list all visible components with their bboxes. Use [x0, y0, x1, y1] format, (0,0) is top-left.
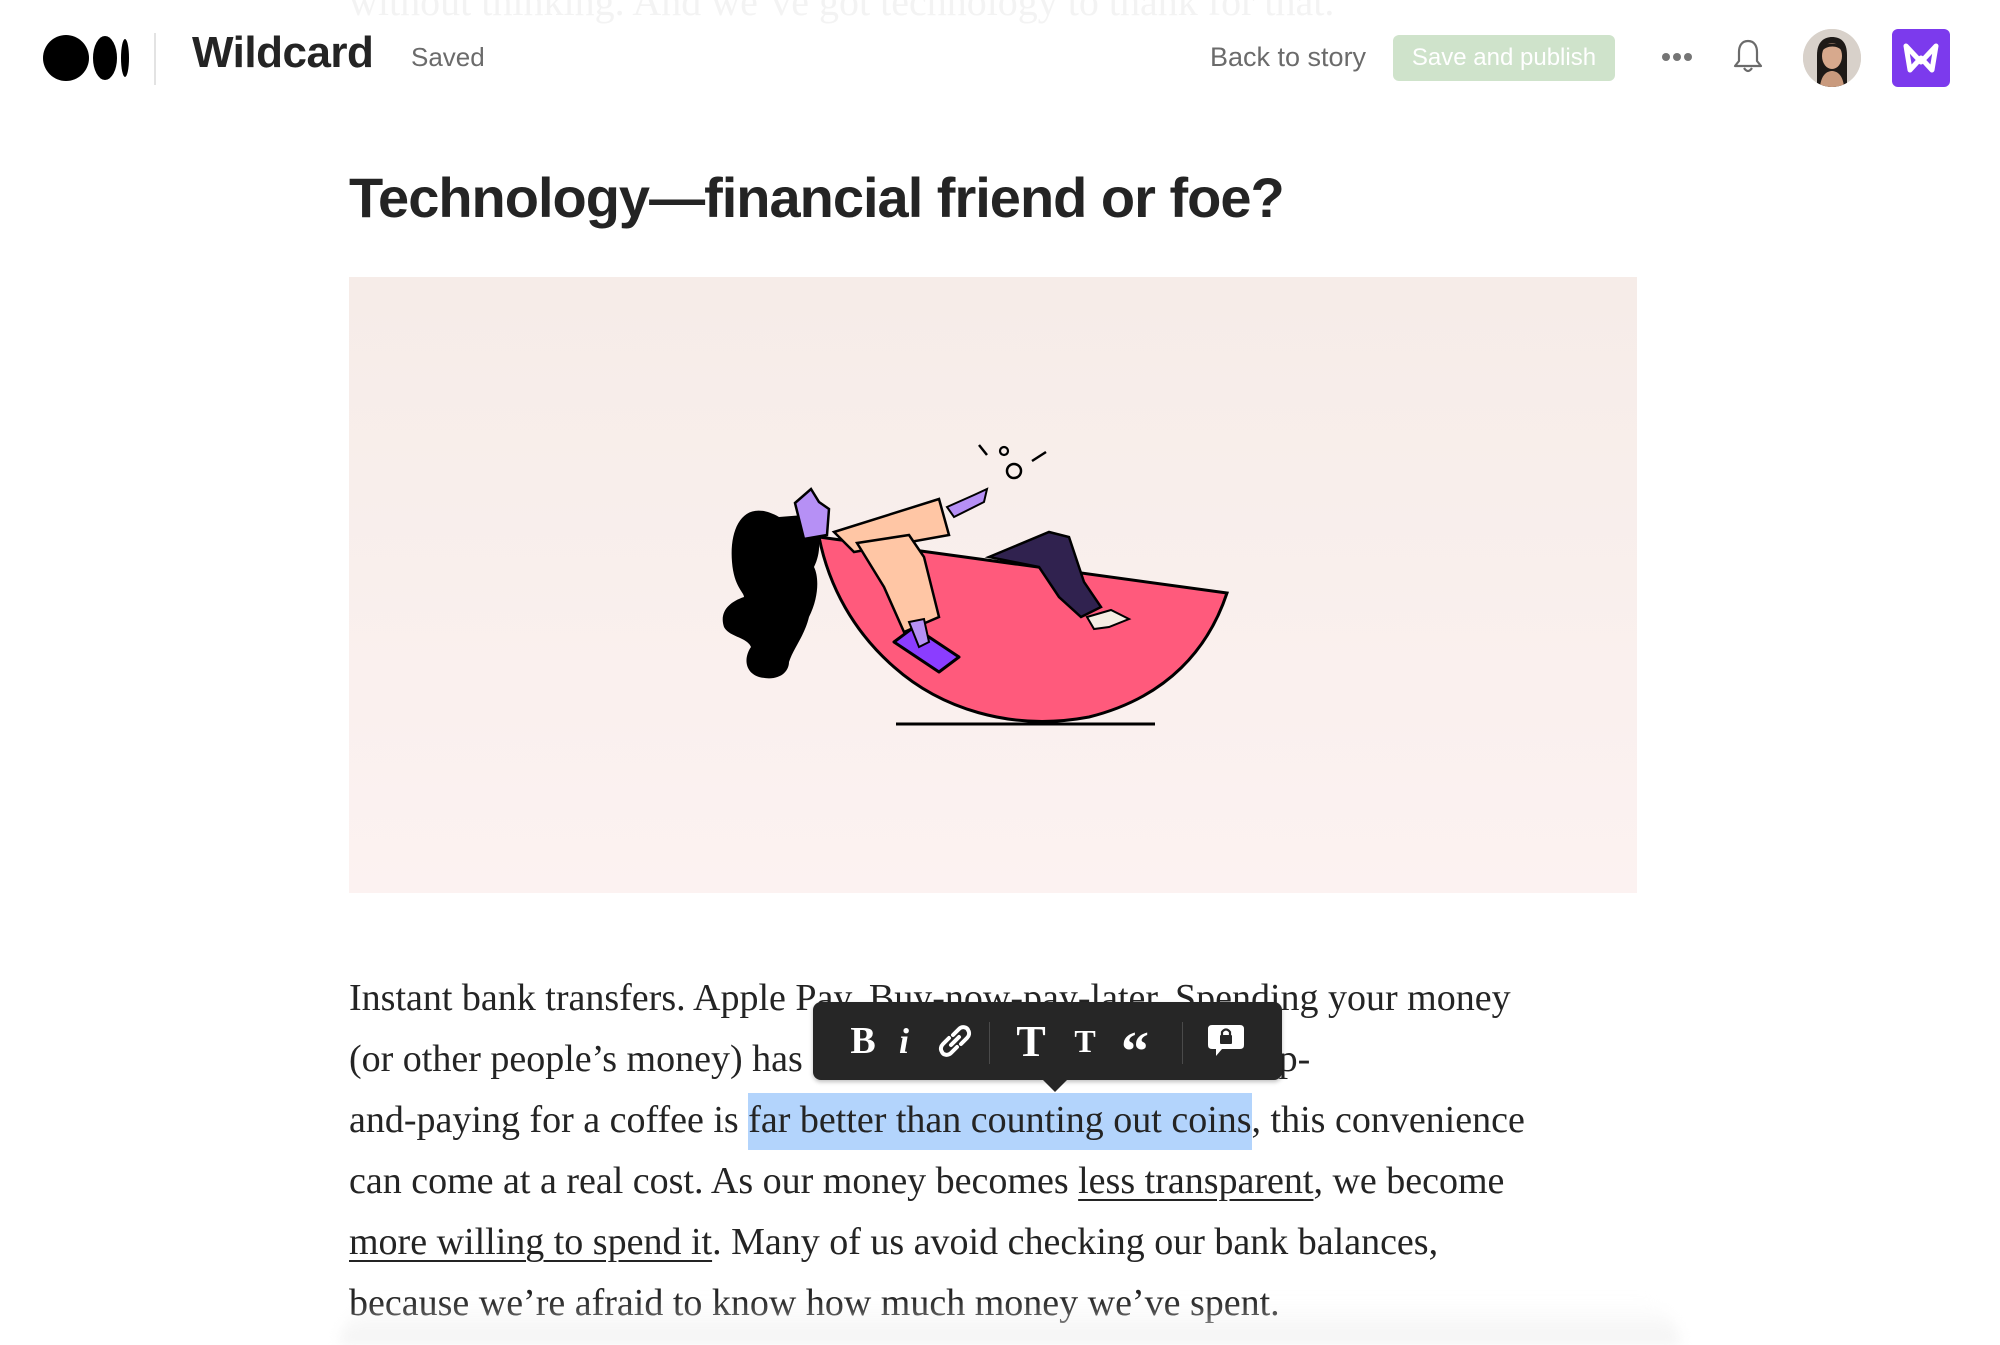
save-and-publish-button[interactable]: Save and publish [1393, 35, 1615, 81]
story-illustration[interactable] [349, 277, 1637, 893]
text-segment: and-paying for a coffee is [349, 1099, 749, 1141]
private-note-icon [1208, 1025, 1244, 1056]
text-segment: can come at a real cost. As our money be… [349, 1160, 1079, 1202]
toolbar-divider [989, 1022, 990, 1064]
header-divider [154, 33, 156, 85]
paragraph-line: can come at a real cost. As our money be… [349, 1151, 1649, 1212]
save-status: Saved [411, 42, 485, 72]
large-heading-button[interactable]: T [1009, 1002, 1053, 1080]
publication-name[interactable]: Wildcard [192, 28, 374, 78]
text-segment: , this convenience [1251, 1099, 1525, 1141]
back-to-story-link[interactable]: Back to story [1210, 42, 1366, 73]
toolbar-divider [1182, 1022, 1183, 1064]
toolbar-pointer [1041, 1078, 1069, 1092]
less-transparent-link[interactable]: less transparent [1078, 1160, 1313, 1202]
text-segment: . Many of us avoid checking our bank bal… [712, 1221, 1439, 1263]
quote-button[interactable]: “ [1113, 1002, 1157, 1083]
link-button[interactable] [933, 1002, 977, 1080]
brand-app-icon[interactable] [1892, 29, 1950, 87]
selected-text[interactable]: far better than counting out coins [748, 1093, 1252, 1150]
paragraph-line: more willing to spend it. Many of us avo… [349, 1212, 1649, 1273]
woman-rocking-chair-illustration [722, 444, 1229, 726]
medium-logo-icon[interactable] [43, 35, 129, 81]
text-segment: , we become [1313, 1160, 1505, 1202]
text-format-toolbar: B i T T “ [813, 1002, 1282, 1092]
bold-button[interactable]: B [843, 1002, 883, 1080]
italic-button[interactable]: i [889, 1002, 919, 1080]
bottom-shadow [340, 1300, 1680, 1345]
paragraph-line: and-paying for a coffee is far better th… [349, 1090, 1649, 1151]
small-heading-button[interactable]: T [1067, 1002, 1103, 1080]
user-avatar[interactable] [1803, 29, 1861, 87]
story-heading[interactable]: Technology—financial friend or foe? [349, 165, 1285, 230]
private-note-button[interactable] [1201, 1002, 1251, 1080]
bell-icon[interactable] [1732, 38, 1764, 76]
more-willing-to-spend-link[interactable]: more willing to spend it [349, 1221, 712, 1263]
editor-header: Wildcard Saved Back to story Save and pu… [0, 0, 2000, 115]
more-options-icon[interactable] [1662, 52, 1692, 62]
link-icon [938, 1025, 972, 1057]
